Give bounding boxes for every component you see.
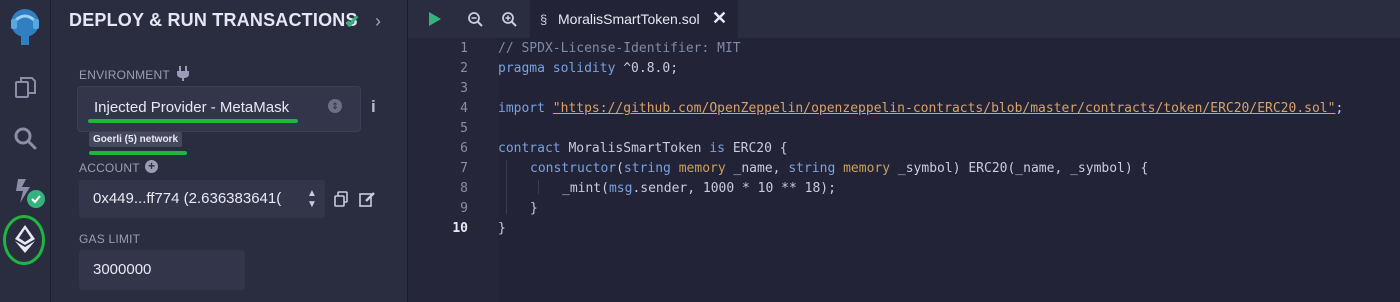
- code-keyword: import: [498, 101, 545, 116]
- code-text: }: [530, 201, 538, 216]
- code-string: "https://github.com/OpenZeppelin/openzep…: [552, 101, 1336, 116]
- code-text: MoralisSmartToken: [560, 141, 710, 156]
- line-number: 5: [460, 121, 468, 136]
- code-line-7[interactable]: constructor(string memory _name, string …: [530, 161, 1148, 176]
- file-tab-name: MoralisSmartToken.sol: [558, 11, 700, 27]
- gas-limit-input[interactable]: 3000000: [79, 250, 245, 290]
- zoom-in-icon[interactable]: [498, 0, 520, 38]
- plus-icon[interactable]: +: [145, 160, 158, 173]
- code-keyword: is: [709, 141, 725, 156]
- code-text: }: [498, 221, 506, 236]
- line-number-active: 10: [452, 221, 468, 236]
- check-icon: [27, 190, 45, 208]
- annotation-underline: [88, 119, 298, 123]
- code-text: ^0.8.0;: [615, 61, 679, 76]
- code-text: .sender, 1000 * 10 ** 18);: [632, 181, 836, 196]
- gas-limit-value: 3000000: [93, 261, 152, 278]
- line-number: 7: [460, 161, 468, 176]
- check-icon: ✔: [345, 12, 361, 32]
- code-keyword: memory: [835, 161, 891, 176]
- code-text: _symbol) ERC20(_name, _symbol) {: [890, 161, 1149, 176]
- code-comment: // SPDX-License-Identifier: MIT: [498, 41, 741, 56]
- code-line-10[interactable]: }: [498, 221, 506, 236]
- code-line-4[interactable]: import "https://github.com/OpenZeppelin/…: [498, 101, 1343, 116]
- gas-limit-label: GAS LIMIT: [79, 232, 141, 246]
- code-text: (: [616, 161, 624, 176]
- code-text: _mint(: [562, 181, 609, 196]
- code-keyword: contract: [498, 141, 561, 156]
- code-text: ERC20 {: [725, 141, 788, 156]
- solidity-file-icon: §: [540, 12, 548, 27]
- info-icon[interactable]: i: [371, 97, 376, 117]
- code-editor: § MoralisSmartToken.sol ✕ 1 2 3 4 5 6 7 …: [408, 0, 1400, 302]
- play-icon[interactable]: [422, 0, 448, 38]
- environment-value: Injected Provider - MetaMask: [94, 99, 290, 116]
- line-number: 8: [460, 181, 468, 196]
- code-line-9[interactable]: }: [530, 201, 538, 216]
- indent-guide: [538, 180, 539, 194]
- account-select[interactable]: 0x449...ff774 (2.636383641( ▲ ▼: [79, 180, 325, 218]
- code-line-1[interactable]: // SPDX-License-Identifier: MIT: [498, 41, 741, 56]
- indent-guide: [506, 160, 507, 214]
- panel-title: DEPLOY & RUN TRANSACTIONS: [69, 10, 358, 30]
- annotation-underline: [89, 151, 187, 155]
- code-text: ;: [1335, 101, 1344, 116]
- code-keyword: constructor: [530, 161, 617, 176]
- code-keyword: msg: [608, 181, 633, 196]
- line-number: 3: [460, 81, 468, 96]
- close-icon[interactable]: ✕: [712, 8, 727, 29]
- file-explorer-icon[interactable]: [0, 70, 50, 106]
- edit-icon[interactable]: [359, 191, 375, 212]
- search-icon[interactable]: [0, 120, 50, 156]
- chevron-right-icon[interactable]: ›: [375, 11, 381, 32]
- remix-logo-icon[interactable]: [0, 4, 50, 50]
- code-keyword: pragma solidity: [498, 61, 616, 76]
- file-tab[interactable]: § MoralisSmartToken.sol ✕: [530, 0, 738, 38]
- line-number: 2: [460, 61, 468, 76]
- line-number: 9: [460, 201, 468, 216]
- code-type: string: [623, 161, 671, 176]
- environment-label: ENVIRONMENT: [79, 68, 170, 82]
- line-number-gutter: 1 2 3 4 5 6 7 8 9 10: [408, 38, 498, 302]
- highlight-ring: [3, 215, 45, 265]
- editor-tab-bar: § MoralisSmartToken.sol ✕: [408, 0, 1400, 38]
- line-number: 1: [460, 41, 468, 56]
- code-line-2[interactable]: pragma solidity ^0.8.0;: [498, 61, 678, 76]
- code-line-8[interactable]: _mint(msg.sender, 1000 * 10 ** 18);: [562, 181, 836, 196]
- icon-rail: [0, 0, 51, 302]
- line-number: 6: [460, 141, 468, 156]
- copy-icon[interactable]: [333, 191, 349, 212]
- zoom-out-icon[interactable]: [464, 0, 486, 38]
- environment-select[interactable]: Injected Provider - MetaMask ⇕: [77, 86, 361, 132]
- chevron-updown-icon: ▲ ▼: [307, 188, 317, 210]
- plug-icon: [175, 65, 191, 86]
- code-keyword: memory: [670, 161, 726, 176]
- deploy-run-panel: DEPLOY & RUN TRANSACTIONS ✔ › ENVIRONMEN…: [51, 0, 408, 302]
- code-text: _name,: [725, 161, 789, 176]
- account-label: ACCOUNT: [79, 161, 140, 175]
- select-stepper-icon: ⇕: [328, 99, 342, 113]
- network-badge: Goerli (5) network: [89, 132, 183, 147]
- account-value: 0x449...ff774 (2.636383641(: [93, 190, 282, 207]
- line-number: 4: [460, 101, 468, 116]
- code-type: string: [788, 161, 836, 176]
- code-line-6[interactable]: contract MoralisSmartToken is ERC20 {: [498, 141, 788, 156]
